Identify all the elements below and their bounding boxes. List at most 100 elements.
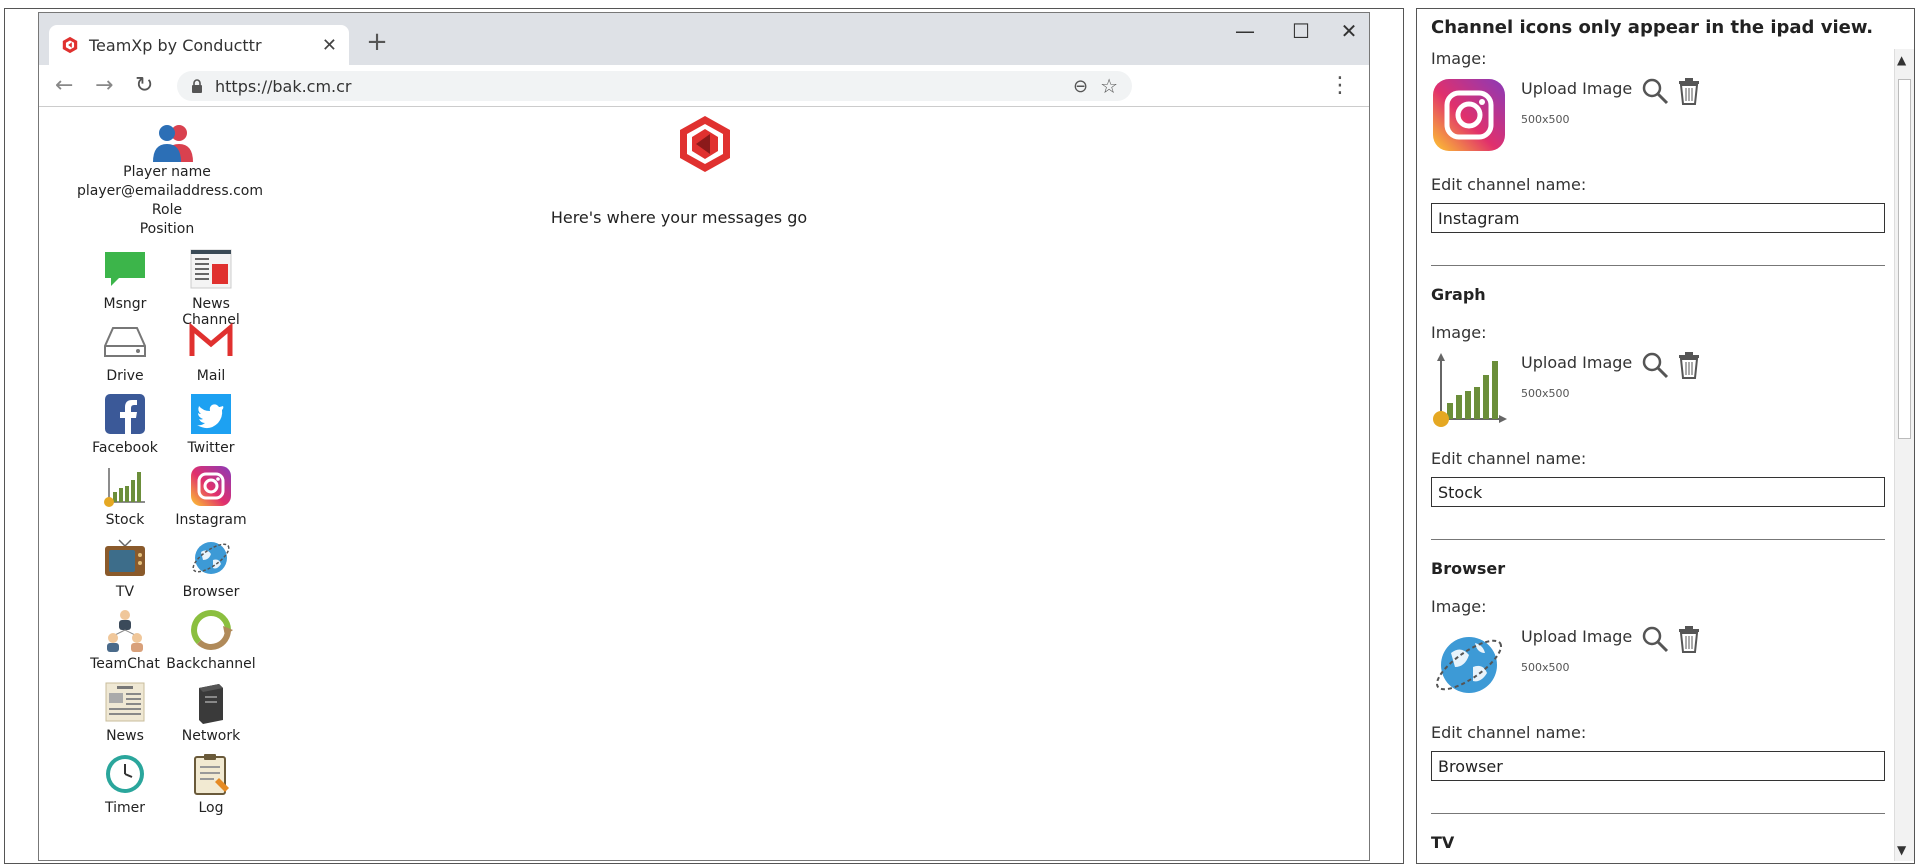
app-browser[interactable]: Browser: [163, 536, 259, 600]
app-label: News: [106, 728, 144, 744]
app-label: Stock: [105, 512, 145, 528]
app-instagram[interactable]: Instagram: [163, 464, 259, 528]
graph-channel-image-icon: [1433, 353, 1507, 427]
image-label: Image:: [1431, 323, 1487, 342]
app-msngr[interactable]: Msngr: [77, 248, 173, 312]
magnifier-icon[interactable]: [1641, 77, 1669, 105]
player-position: Position: [139, 221, 195, 237]
image-label: Image:: [1431, 597, 1487, 616]
teamchat-icon: [107, 610, 143, 652]
upload-image-button[interactable]: Upload Image: [1521, 79, 1632, 98]
app-label: Network: [181, 728, 241, 744]
close-window-button[interactable]: ✕: [1329, 19, 1369, 43]
divider: [1431, 539, 1885, 540]
app-twitter[interactable]: Twitter: [163, 392, 259, 456]
news-channel-icon: [190, 249, 232, 289]
image-label: Image:: [1431, 49, 1487, 68]
app-label: TeamChat: [90, 656, 160, 672]
app-label: Mail: [196, 368, 226, 384]
conducttr-logo-icon: [680, 116, 730, 172]
browser-tab[interactable]: TeamXp by Conducttr ✕: [49, 25, 349, 65]
edit-channel-name-label: Edit channel name:: [1431, 175, 1587, 194]
panel-scrollbar[interactable]: ▲ ▼: [1894, 49, 1914, 861]
app-news[interactable]: News: [77, 680, 173, 744]
app-backchannel[interactable]: Backchannel: [163, 608, 259, 672]
image-size-hint: 500x500: [1521, 387, 1570, 400]
conducttr-favicon-icon: [62, 36, 78, 54]
forward-button[interactable]: →: [95, 73, 113, 98]
browser-window: TeamXp by Conducttr ✕ + — ☐ ✕ ← → ↻ http…: [38, 12, 1370, 861]
lock-icon: [192, 79, 202, 93]
app-label: Backchannel: [166, 656, 256, 672]
minimize-button[interactable]: —: [1225, 19, 1265, 43]
app-label: Instagram: [175, 512, 247, 528]
app-teamchat[interactable]: TeamChat: [77, 608, 173, 672]
news-icon: [105, 682, 145, 722]
app-label: Msngr: [103, 296, 147, 312]
tab-strip: TeamXp by Conducttr ✕ + — ☐ ✕: [39, 13, 1369, 65]
messenger-icon: [105, 252, 145, 286]
stock-icon: [104, 468, 145, 507]
app-label: Twitter: [187, 440, 235, 456]
channel-name-input-instagram[interactable]: [1431, 203, 1885, 233]
scroll-up-arrow-icon[interactable]: ▲: [1897, 53, 1906, 67]
facebook-icon: [105, 394, 145, 434]
channel-name-input-stock[interactable]: [1431, 477, 1885, 507]
magnifier-icon[interactable]: [1641, 351, 1669, 379]
screen: TeamXp by Conducttr ✕ + — ☐ ✕ ← → ↻ http…: [0, 0, 1919, 867]
scroll-down-arrow-icon[interactable]: ▼: [1897, 843, 1906, 857]
trash-icon[interactable]: [1675, 625, 1703, 653]
ipad-view-note: Channel icons only appear in the ipad vi…: [1431, 17, 1874, 38]
section-title-tv: TV: [1431, 833, 1455, 852]
app-label: Log: [198, 800, 224, 816]
bookmark-star-icon[interactable]: ☆: [1100, 74, 1118, 98]
timer-icon: [106, 755, 144, 793]
divider: [1431, 265, 1885, 266]
channel-name-input-browser[interactable]: [1431, 751, 1885, 781]
upload-image-button[interactable]: Upload Image: [1521, 353, 1632, 372]
divider: [1431, 813, 1885, 814]
edit-channel-name-label: Edit channel name:: [1431, 449, 1587, 468]
player-role: Role: [151, 202, 183, 218]
section-title-graph: Graph: [1431, 285, 1486, 304]
edit-channel-name-label: Edit channel name:: [1431, 723, 1587, 742]
instagram-icon: [191, 466, 231, 506]
app-tv[interactable]: TV: [77, 536, 173, 600]
messages-placeholder: Here's where your messages go: [550, 208, 808, 227]
panel-scroll-content: Channel icons only appear in the ipad vi…: [1417, 9, 1895, 863]
player-name: Player name: [123, 164, 211, 180]
app-label: Timer: [104, 800, 146, 816]
scrollbar-thumb[interactable]: [1898, 79, 1911, 439]
browser-icon: [192, 542, 230, 574]
app-news-channel[interactable]: News Channel: [163, 248, 259, 328]
app-label: Browser: [182, 584, 240, 600]
tab-title: TeamXp by Conducttr: [89, 35, 262, 55]
app-stock[interactable]: Stock: [77, 464, 173, 528]
back-button[interactable]: ←: [55, 73, 73, 98]
section-title-browser: Browser: [1431, 559, 1506, 578]
trash-icon[interactable]: [1675, 351, 1703, 379]
player-email: player@emailaddress.com: [77, 183, 263, 199]
zoom-icon[interactable]: ⊖: [1073, 76, 1088, 97]
magnifier-icon[interactable]: [1641, 625, 1669, 653]
tab-close-icon[interactable]: ✕: [322, 35, 337, 56]
new-tab-button[interactable]: +: [359, 27, 395, 57]
reload-button[interactable]: ↻: [135, 73, 153, 98]
upload-image-button[interactable]: Upload Image: [1521, 627, 1632, 646]
browser-menu-icon[interactable]: ⋮: [1329, 73, 1351, 98]
tv-icon: [105, 539, 145, 576]
app-label: TV: [115, 584, 135, 600]
app-log[interactable]: Log: [163, 752, 259, 816]
app-mail[interactable]: Mail: [163, 320, 259, 384]
app-drive[interactable]: Drive: [77, 320, 173, 384]
maximize-button[interactable]: ☐: [1281, 19, 1321, 43]
trash-icon[interactable]: [1675, 77, 1703, 105]
app-label: Facebook: [92, 440, 158, 456]
app-facebook[interactable]: Facebook: [77, 392, 173, 456]
network-icon: [199, 684, 223, 724]
backchannel-icon: [191, 610, 233, 650]
app-network[interactable]: Network: [163, 680, 259, 744]
url-text: https://bak.cm.cr: [215, 76, 352, 96]
address-bar[interactable]: https://bak.cm.cr ⊖ ☆: [177, 71, 1132, 101]
app-timer[interactable]: Timer: [77, 752, 173, 816]
